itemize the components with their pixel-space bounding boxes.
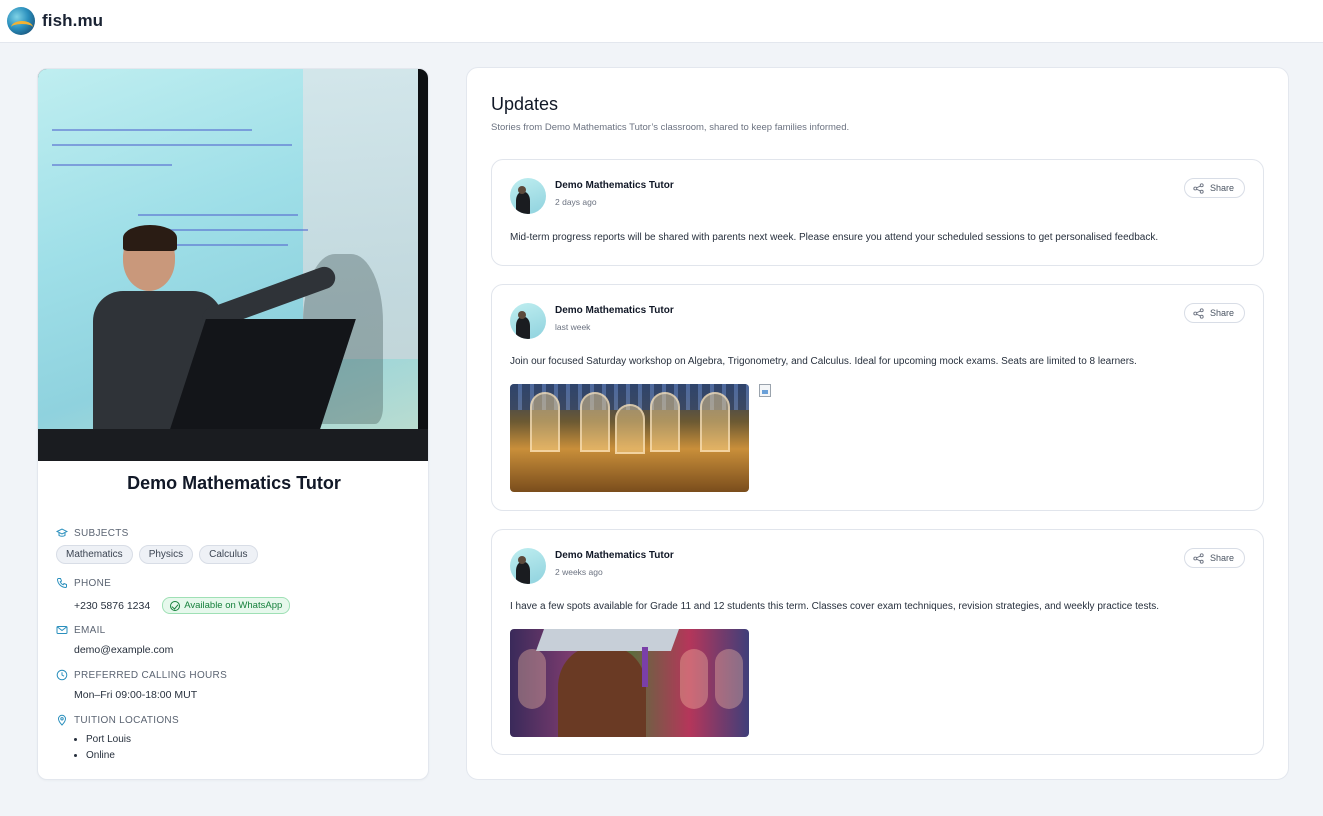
phone-number[interactable]: +230 5876 1234 bbox=[74, 600, 150, 612]
clock-icon bbox=[56, 669, 68, 681]
location-item: Port Louis bbox=[86, 732, 416, 748]
tuition-locations-label: TUITION LOCATIONS bbox=[74, 714, 179, 726]
email-address[interactable]: demo@example.com bbox=[74, 644, 173, 656]
post-text: Join our focused Saturday workshop on Al… bbox=[510, 356, 1137, 367]
share-button[interactable]: Share bbox=[1183, 178, 1245, 198]
avatar[interactable] bbox=[510, 548, 546, 584]
share-icon bbox=[1193, 552, 1204, 564]
calling-hours-section: PREFERRED CALLING HOURS Mon–Fri 09:00-18… bbox=[56, 669, 416, 701]
updates-subtitle: Stories from Demo Mathematics Tutor’s cl… bbox=[491, 122, 850, 133]
post-text: I have a few spots available for Grade 1… bbox=[510, 601, 1160, 612]
subject-chip: Physics bbox=[138, 545, 194, 564]
updates-panel: Updates Stories from Demo Mathematics Tu… bbox=[466, 67, 1289, 780]
share-button-label: Share bbox=[1209, 308, 1234, 318]
phone-label: PHONE bbox=[74, 577, 112, 589]
post-timestamp: 2 weeks ago bbox=[555, 567, 603, 577]
calling-hours-value: Mon–Fri 09:00-18:00 MUT bbox=[74, 689, 198, 701]
mail-icon bbox=[56, 626, 68, 634]
share-button-label: Share bbox=[1209, 553, 1234, 563]
post-image-graduation[interactable] bbox=[510, 629, 749, 737]
phone-icon bbox=[56, 578, 67, 589]
tuition-locations-section: TUITION LOCATIONS Port Louis Online bbox=[56, 714, 416, 764]
post-image-hall[interactable] bbox=[510, 384, 749, 492]
tutor-name: Demo Mathematics Tutor bbox=[127, 473, 341, 493]
updates-title: Updates bbox=[491, 94, 559, 114]
tutor-cover-photo bbox=[38, 69, 428, 461]
post-author[interactable]: Demo Mathematics Tutor bbox=[555, 550, 674, 561]
calling-hours-label: PREFERRED CALLING HOURS bbox=[74, 669, 228, 681]
brand-name[interactable]: fish.mu bbox=[42, 11, 103, 31]
subject-chip: Mathematics bbox=[56, 545, 133, 564]
map-pin-icon bbox=[57, 714, 67, 726]
graduation-cap-icon bbox=[56, 528, 68, 537]
location-item: Online bbox=[86, 748, 416, 764]
subject-chip: Calculus bbox=[199, 545, 258, 564]
post-author[interactable]: Demo Mathematics Tutor bbox=[555, 305, 674, 316]
post-timestamp: 2 days ago bbox=[555, 197, 597, 207]
tutor-profile-card: Demo Mathematics Tutor SUBJECTS Mathemat… bbox=[37, 68, 429, 780]
avatar[interactable] bbox=[510, 303, 546, 339]
whatsapp-badge-label: Available on WhatsApp bbox=[184, 600, 283, 611]
share-button[interactable]: Share bbox=[1183, 548, 1245, 568]
avatar[interactable] bbox=[510, 178, 546, 214]
update-post: Demo Mathematics Tutor last week Share J… bbox=[491, 284, 1264, 511]
whatsapp-badge[interactable]: Available on WhatsApp bbox=[162, 597, 291, 614]
phone-section: PHONE +230 5876 1234 Available on WhatsA… bbox=[56, 577, 416, 614]
share-icon bbox=[1193, 182, 1204, 194]
share-icon bbox=[1193, 307, 1204, 319]
email-section: EMAIL demo@example.com bbox=[56, 624, 416, 656]
share-button-label: Share bbox=[1209, 183, 1234, 193]
subjects-label: SUBJECTS bbox=[74, 527, 129, 539]
email-label: EMAIL bbox=[74, 624, 106, 636]
check-circle-icon bbox=[170, 600, 181, 611]
update-post: Demo Mathematics Tutor 2 days ago Share … bbox=[491, 159, 1264, 266]
fish-mu-logo-icon[interactable] bbox=[7, 7, 35, 35]
post-text: Mid-term progress reports will be shared… bbox=[510, 232, 1159, 243]
subjects-section: SUBJECTS Mathematics Physics Calculus bbox=[56, 527, 416, 564]
share-button[interactable]: Share bbox=[1183, 303, 1245, 323]
broken-image-icon[interactable] bbox=[759, 384, 771, 397]
post-timestamp: last week bbox=[555, 322, 591, 332]
update-post: Demo Mathematics Tutor 2 weeks ago Share… bbox=[491, 529, 1264, 755]
post-author[interactable]: Demo Mathematics Tutor bbox=[555, 180, 674, 191]
top-navigation-bar: fish.mu bbox=[0, 0, 1323, 43]
